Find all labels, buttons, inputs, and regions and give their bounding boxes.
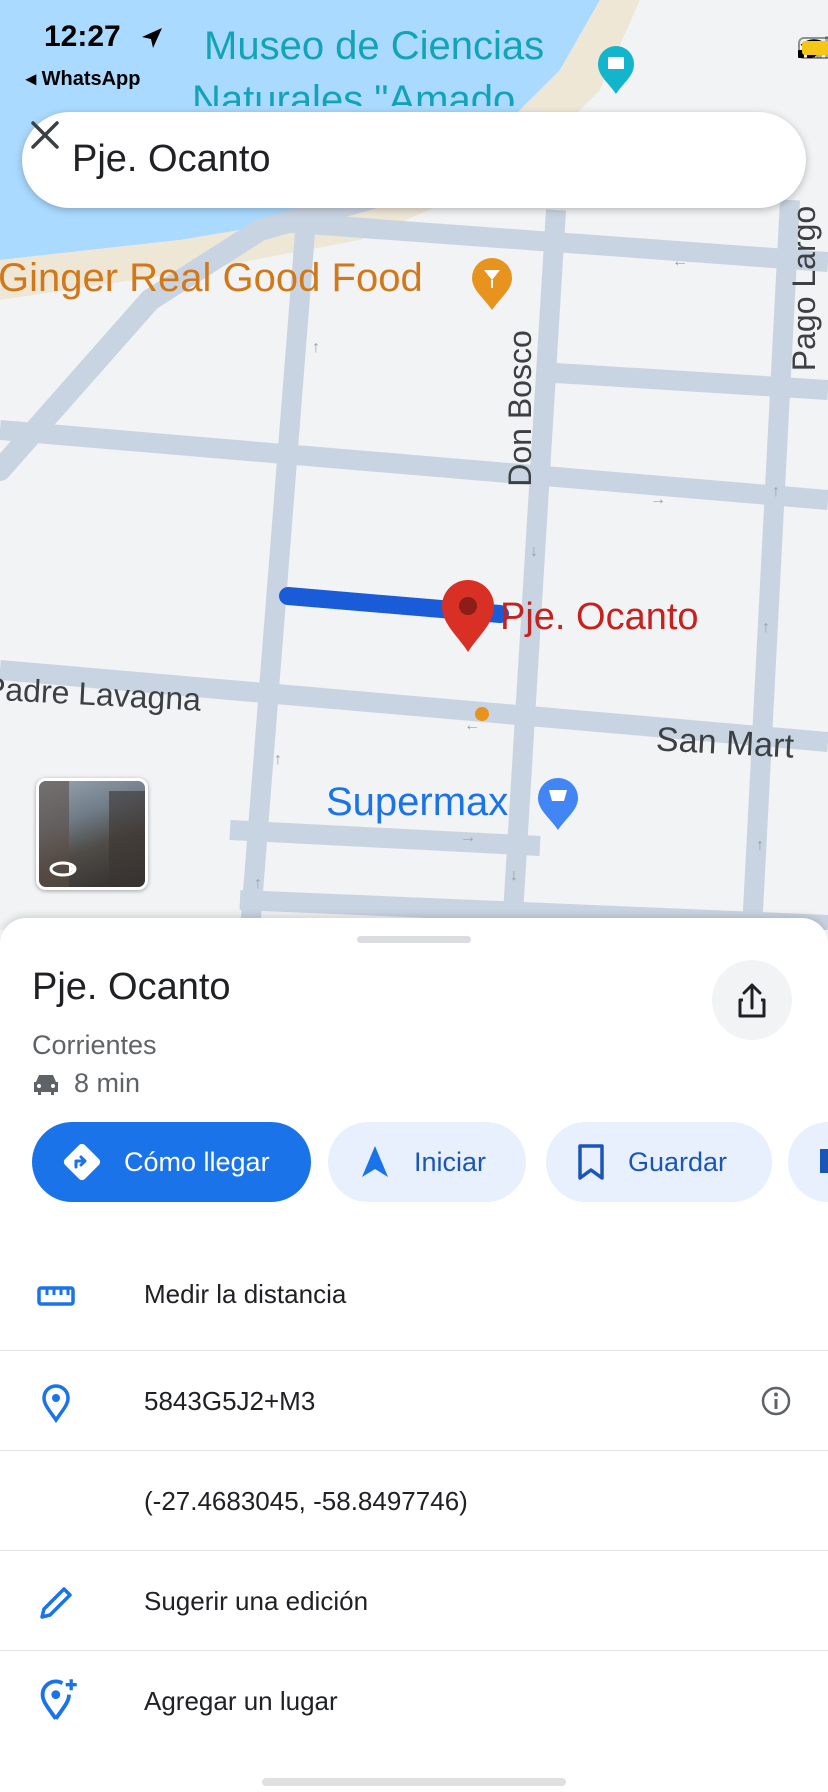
search-input[interactable]: Pje. Ocanto (72, 138, 271, 181)
map-label-supermarket[interactable]: Supermax (326, 780, 508, 825)
drag-handle[interactable] (357, 936, 471, 943)
pencil-icon (40, 1587, 72, 1619)
oneway-arrow: ↑ (772, 483, 780, 500)
action-chips: Cómo llegar Iniciar Guardar (32, 1122, 828, 1202)
label-flag-icon (820, 1149, 828, 1173)
row-coordinates[interactable]: (-27.4683045, -58.8497746) (0, 1450, 828, 1551)
street-view-thumbnail[interactable] (36, 778, 148, 890)
battery-icon (798, 37, 828, 59)
oneway-arrow: ↑ (312, 339, 320, 356)
map-label-museum-line2[interactable]: Naturales "Amado (192, 78, 515, 106)
oneway-arrow: ↓ (530, 543, 538, 560)
road-h3 (0, 420, 828, 510)
street-view-rotate-icon (39, 781, 145, 887)
info-icon[interactable] (760, 1385, 792, 1417)
save-button[interactable]: Guardar (546, 1122, 772, 1202)
map-view[interactable]: ← → ← → ↑ ↑ ↑ ↓ ↓ ↑ ↑ ↑ Museo de Ciencia… (0, 0, 828, 930)
oneway-arrow: ↑ (762, 619, 770, 636)
oneway-arrow: ← (464, 717, 480, 734)
car-icon (34, 1074, 58, 1095)
directions-icon (63, 1143, 101, 1181)
close-icon[interactable] (22, 112, 68, 158)
road-don-bosco (502, 209, 566, 930)
directions-label: Cómo llegar (124, 1146, 270, 1177)
plus-code-text: 5843G5J2+M3 (144, 1386, 316, 1416)
oneway-arrow: → (650, 491, 666, 508)
location-arrow-icon (142, 28, 162, 48)
status-time: 12:27 (44, 20, 121, 53)
more-action-button[interactable] (788, 1122, 828, 1202)
row-plus-code[interactable]: 5843G5J2+M3 (0, 1350, 828, 1451)
back-to-app-link[interactable]: ◂ WhatsApp (26, 66, 140, 91)
shopping-cart-icon (538, 778, 578, 830)
row-measure-distance[interactable]: Medir la distancia (0, 1244, 828, 1344)
start-label: Iniciar (414, 1146, 487, 1177)
place-city: Corrientes (32, 1030, 157, 1060)
oneway-arrow: ↑ (254, 875, 262, 892)
navigation-arrow-icon (362, 1146, 388, 1177)
food-poi-icon (472, 258, 512, 310)
poi-dot (475, 707, 489, 721)
museum-icon (598, 46, 634, 94)
place-title: Pje. Ocanto (32, 966, 231, 1008)
row-suggest-edit[interactable]: Sugerir una edición (0, 1550, 828, 1651)
street-label-don-bosco: Don Bosco (501, 330, 538, 487)
home-indicator[interactable] (262, 1778, 566, 1786)
location-pin-icon (42, 1384, 70, 1423)
oneway-arrow: ↓ (510, 867, 518, 884)
start-button[interactable]: Iniciar (328, 1122, 526, 1202)
place-pin-icon (442, 580, 494, 652)
coordinates-text: (-27.4683045, -58.8497746) (144, 1486, 468, 1516)
ruler-icon (37, 1286, 75, 1306)
map-label-restaurant[interactable]: Ginger Real Good Food (0, 256, 423, 301)
oneway-arrow: ↑ (274, 751, 282, 768)
save-label: Guardar (628, 1146, 728, 1177)
share-button[interactable] (712, 960, 792, 1040)
oneway-arrow: ↑ (756, 837, 764, 854)
road-h5 (229, 820, 541, 856)
directions-button[interactable]: Cómo llegar (32, 1122, 311, 1202)
suggest-edit-label: Sugerir una edición (144, 1586, 369, 1616)
map-label-museum[interactable]: Museo de Ciencias (204, 24, 544, 69)
place-details-sheet[interactable]: Pje. Ocanto Corrientes 8 min Cómo llegar… (0, 918, 828, 1792)
drive-time: 8 min (32, 1058, 140, 1099)
street-label-san-martin: San Mart (655, 720, 795, 766)
bookmark-icon (578, 1144, 604, 1180)
oneway-arrow: → (460, 829, 476, 846)
add-place-label: Agregar un lugar (144, 1686, 338, 1716)
road-pago-largo (742, 199, 800, 930)
oneway-arrow: ← (672, 253, 688, 270)
measure-distance-label: Medir la distancia (144, 1279, 347, 1309)
street-label-pago-largo: Pago Largo (786, 205, 823, 372)
search-bar[interactable]: Pje. Ocanto (22, 112, 806, 208)
drive-time-text: 8 min (74, 1068, 141, 1098)
add-place-icon (40, 1679, 77, 1720)
share-icon (738, 983, 766, 1018)
map-label-pin[interactable]: Pje. Ocanto (500, 596, 699, 639)
row-add-place[interactable]: Agregar un lugar (0, 1650, 828, 1751)
